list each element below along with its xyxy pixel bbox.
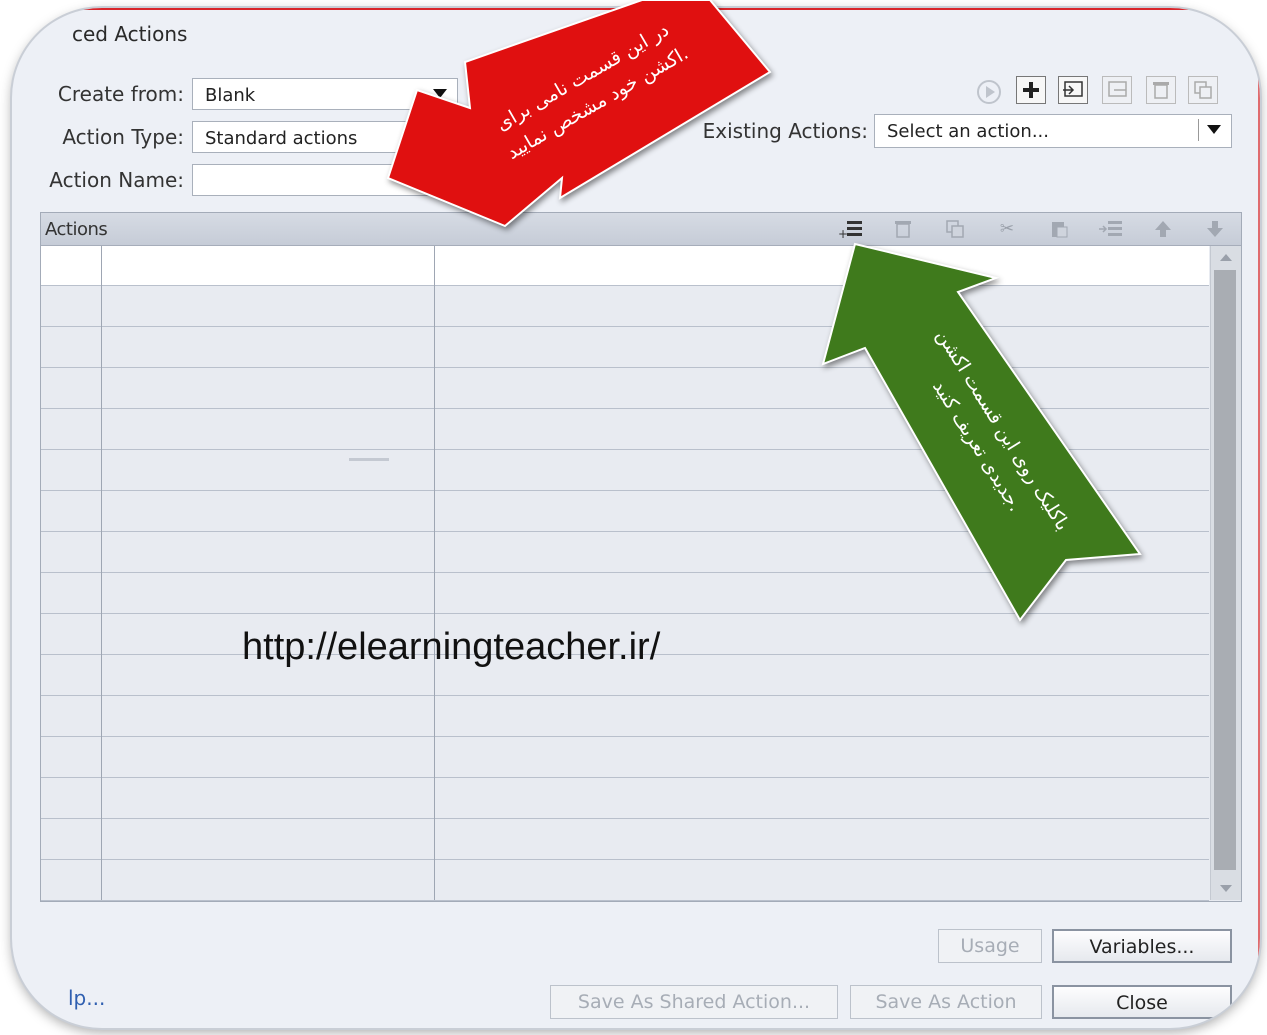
annotation-arrows — [386, 0, 1142, 622]
